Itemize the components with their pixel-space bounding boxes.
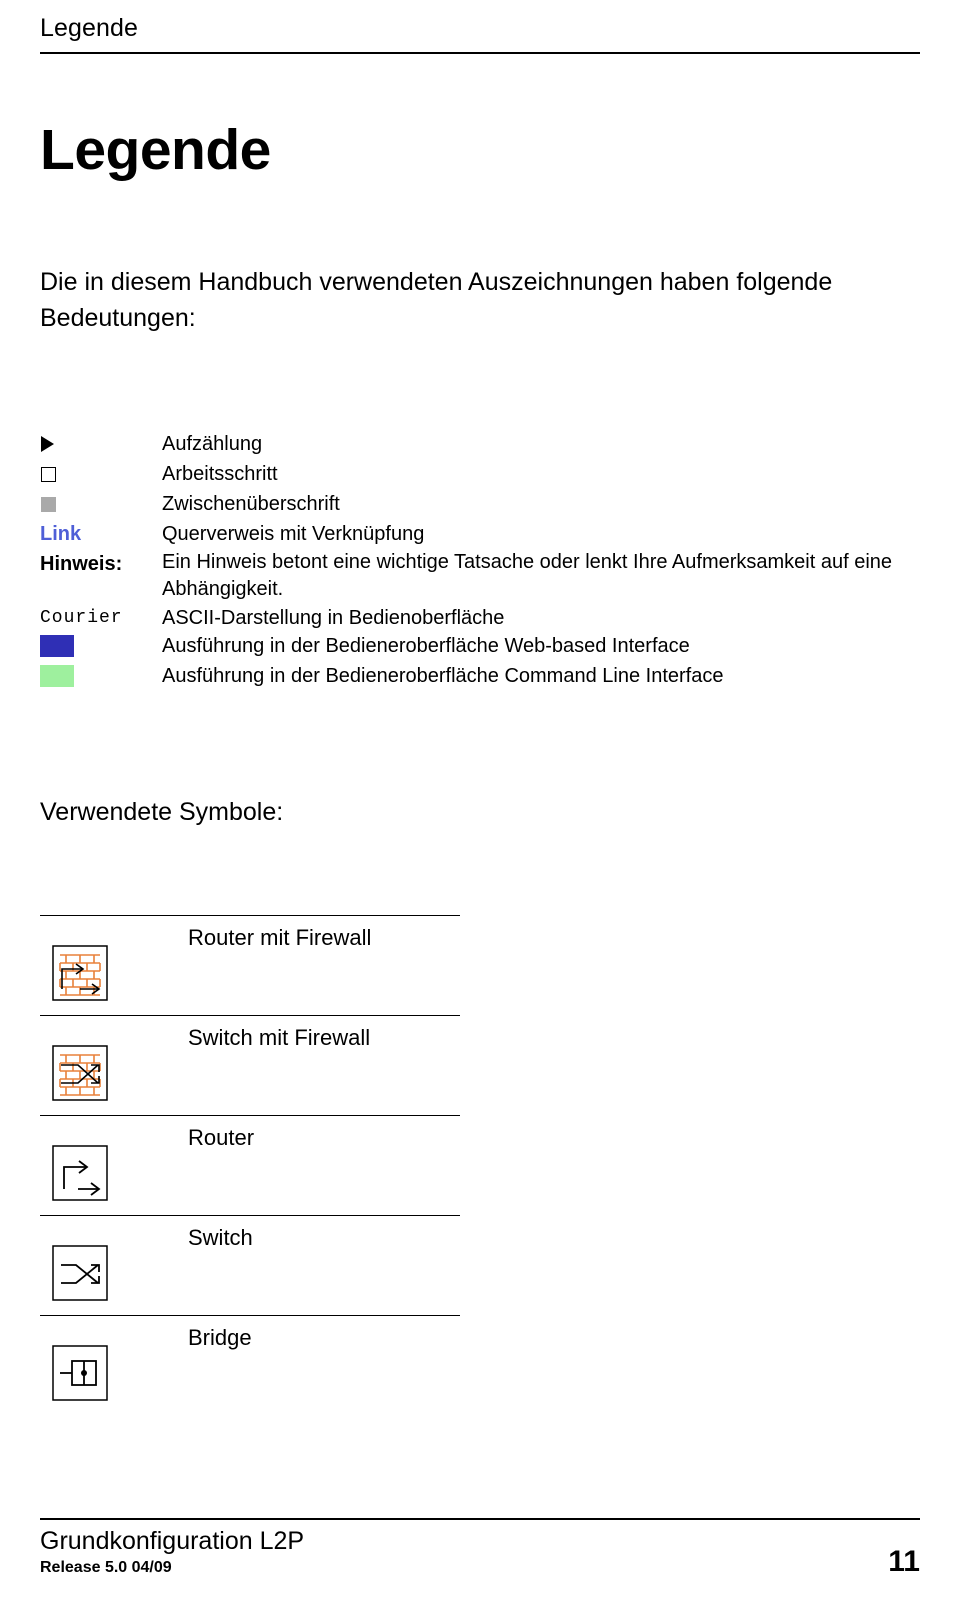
triangle-bullet-icon — [40, 429, 80, 459]
legend-value: Ausführung in der Bedieneroberfläche Web… — [162, 634, 690, 657]
legend-key — [40, 459, 162, 489]
legend-key — [40, 429, 162, 459]
legend-row: Aufzählung — [40, 429, 920, 459]
switch-with-firewall-icon — [52, 1044, 108, 1101]
symbol-label: Router mit Firewall — [188, 924, 372, 950]
header-divider — [40, 52, 920, 54]
legend-key — [40, 489, 162, 519]
symbol-label: Switch mit Firewall — [188, 1024, 371, 1050]
legend-key-link[interactable]: Link — [40, 519, 162, 549]
page-title: Legende — [40, 118, 271, 182]
legend-value: Arbeitsschritt — [162, 462, 278, 485]
bridge-icon — [52, 1344, 108, 1401]
symbol-divider — [40, 1114, 460, 1116]
running-header: Legende — [40, 14, 139, 42]
symbol-divider — [40, 914, 460, 916]
symbols-heading: Verwendete Symbole: — [40, 797, 284, 826]
legend-key — [40, 633, 162, 659]
legend-key-note: Hinweis: — [40, 552, 123, 575]
legend-row: Ausführung in der Bedieneroberfläche Com… — [40, 663, 920, 693]
legend-value: Aufzählung — [162, 432, 263, 455]
legend-row: Arbeitsschritt — [40, 459, 920, 489]
symbol-row: Router — [40, 1114, 920, 1215]
symbol-label: Bridge — [188, 1324, 252, 1350]
router-icon — [52, 1144, 108, 1201]
footer-divider — [40, 1517, 920, 1520]
intro-paragraph: Die in diesem Handbuch verwendeten Ausze… — [40, 268, 833, 333]
footer-release: Release 5.0 04/09 — [40, 1559, 172, 1576]
legend-key — [40, 663, 162, 689]
symbol-row: Switch mit Firewall — [40, 1014, 920, 1115]
page-number: 11 — [888, 1545, 920, 1578]
legend-value: Ausführung in der Bedieneroberfläche Com… — [162, 664, 724, 687]
symbol-divider — [40, 1014, 460, 1016]
open-square-bullet-icon — [40, 459, 80, 489]
symbol-divider — [40, 1214, 460, 1216]
legend-value: Zwischenüberschrift — [162, 492, 340, 515]
legend-row: Courier ASCII-Darstellung in Bedienoberf… — [40, 603, 920, 633]
legend-key-courier: Courier — [40, 607, 123, 628]
symbols-list: Router mit Firewall Switch mit Firewall … — [40, 914, 920, 1415]
web-interface-color-swatch — [40, 635, 74, 658]
legend-row: Hinweis: Ein Hinweis betont eine wichtig… — [40, 549, 920, 603]
router-with-firewall-icon — [52, 944, 108, 1001]
legend-row: Link Querverweis mit Verknüpfung — [40, 519, 920, 549]
footer-doc-title: Grundkonfiguration L2P — [40, 1526, 305, 1555]
legend-row: Ausführung in der Bedieneroberfläche Web… — [40, 633, 920, 663]
cli-color-swatch — [40, 665, 74, 688]
symbol-label: Switch — [188, 1224, 253, 1250]
legend-value: Querverweis mit Verknüpfung — [162, 522, 425, 545]
symbol-row: Router mit Firewall — [40, 914, 920, 1015]
symbol-label: Router — [188, 1124, 255, 1150]
grey-square-bullet-icon — [40, 489, 80, 519]
page-footer: Grundkonfiguration L2P Release 5.0 04/09… — [40, 1517, 920, 1578]
symbol-divider — [40, 1314, 460, 1316]
legend-value: ASCII-Darstellung in Bedienoberfläche — [162, 606, 505, 629]
document-page: Legende Legende Die in diesem Handbuch v… — [0, 0, 960, 1599]
legend-value: Ein Hinweis betont eine wichtige Tatsach… — [162, 550, 893, 600]
legend-row: Zwischenüberschrift — [40, 489, 920, 519]
switch-icon — [52, 1244, 108, 1301]
symbol-row: Bridge — [40, 1314, 920, 1415]
symbol-row: Switch — [40, 1214, 920, 1315]
legend-table: Aufzählung Arbeitsschritt Zwischenübersc… — [40, 429, 920, 693]
